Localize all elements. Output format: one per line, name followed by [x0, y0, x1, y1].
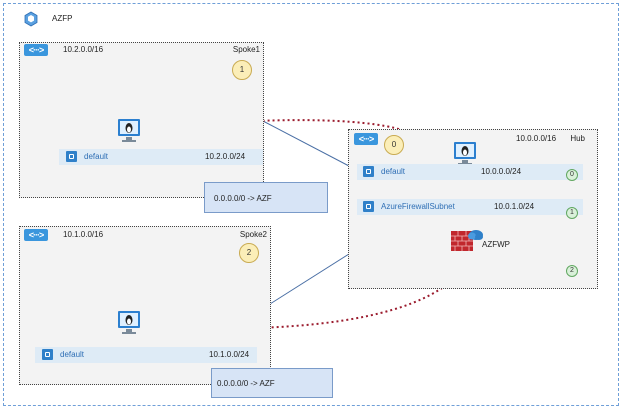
vnet-icon: <···> — [354, 133, 378, 145]
subnet-name: AzureFirewallSubnet — [381, 202, 455, 211]
route-entry: 0.0.0.0/0 -> AZF — [217, 379, 275, 388]
resource-group-name: AZFP — [52, 14, 73, 23]
vnet-icon: <···> — [24, 44, 48, 56]
firewall-name: AZFWP — [482, 240, 510, 249]
resource-group-icon — [24, 11, 38, 27]
vnet-spoke2[interactable]: <···> 10.1.0.0/16 Spoke2 2 default 10.1.… — [19, 226, 271, 385]
subnet-default[interactable]: default 10.1.0.0/24 — [35, 347, 257, 363]
subnet-cidr: 10.2.0.0/24 — [205, 152, 246, 161]
vnet-name: Spoke2 — [239, 230, 267, 239]
vnet-hub[interactable]: <···> 0 10.0.0.0/16 Hub default 10.0.0.0… — [348, 129, 598, 289]
subnet-name: default — [60, 350, 85, 359]
vnet-name: Hub — [570, 134, 585, 143]
subnet-cidr: 10.0.1.0/24 — [494, 202, 535, 211]
subnet-azurefirewallsubnet[interactable]: AzureFirewallSubnet 10.0.1.0/24 — [357, 199, 583, 215]
vnet-icon: <···> — [24, 229, 48, 241]
subnet-default[interactable]: default 10.0.0.0/24 — [357, 164, 583, 180]
subnet-lock-icon — [363, 201, 374, 212]
step-badge: 2 — [566, 265, 578, 277]
subnet-lock-icon — [42, 349, 53, 360]
subnet-name: default — [381, 167, 406, 176]
subnet-step-badge: 0 — [566, 169, 578, 181]
firewall-icon[interactable] — [450, 225, 484, 253]
vnet-name: Spoke1 — [232, 45, 260, 54]
route-entry: 0.0.0.0/0 -> AZF — [214, 194, 272, 203]
route-table-spoke2[interactable]: 0.0.0.0/0 -> AZF — [211, 368, 333, 398]
vnet-cidr: 10.0.0.0/16 — [516, 134, 557, 143]
subnet-name: default — [84, 152, 109, 161]
linux-vm-icon[interactable] — [117, 310, 141, 336]
subnet-cidr: 10.1.0.0/24 — [209, 350, 250, 359]
subnet-step-badge: 1 — [566, 207, 578, 219]
route-table-spoke1[interactable]: 0.0.0.0/0 -> AZF — [204, 182, 328, 213]
subnet-lock-icon — [66, 151, 77, 162]
linux-vm-icon[interactable] — [117, 118, 141, 144]
vnet-cidr: 10.2.0.0/16 — [63, 45, 104, 54]
subnet-default[interactable]: default 10.2.0.0/24 — [59, 149, 263, 165]
vnet-cidr: 10.1.0.0/16 — [63, 230, 104, 239]
vnet-spoke1[interactable]: <···> 10.2.0.0/16 Spoke1 1 default 10.2.… — [19, 42, 264, 198]
subnet-lock-icon — [363, 166, 374, 177]
step-badge: 1 — [232, 60, 252, 80]
subnet-cidr: 10.0.0.0/24 — [481, 167, 522, 176]
step-badge: 0 — [384, 135, 404, 155]
step-badge: 2 — [239, 243, 259, 263]
